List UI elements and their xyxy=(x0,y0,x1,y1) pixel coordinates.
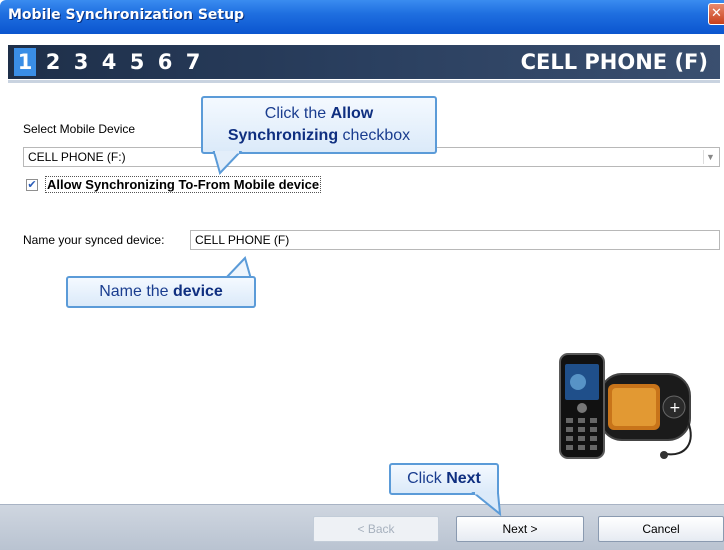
window-title: Mobile Synchronization Setup xyxy=(8,7,245,23)
step-bar-divider xyxy=(8,80,720,83)
select-device-label: Select Mobile Device xyxy=(23,122,136,136)
callout-name-device: Name the device xyxy=(66,276,256,308)
callout-name-bold: device xyxy=(173,283,223,300)
step-3[interactable]: 3 xyxy=(70,48,92,76)
callout-allow-sync: Click the Allow Synchronizing checkbox xyxy=(201,96,437,154)
back-button[interactable]: < Back xyxy=(313,516,439,542)
callout-next-tail xyxy=(471,492,502,516)
step-1[interactable]: 1 xyxy=(14,48,36,76)
step-bar: 1 2 3 4 5 6 7 CELL PHONE (F) xyxy=(8,45,720,79)
check-icon: ✔ xyxy=(27,178,37,191)
close-icon: ✕ xyxy=(711,6,722,21)
mobile-devices-illustration: + xyxy=(559,353,692,459)
chevron-down-icon[interactable]: ▼ xyxy=(703,150,717,164)
cancel-button[interactable]: Cancel xyxy=(598,516,724,542)
device-name-value: CELL PHONE (F) xyxy=(195,233,290,247)
step-6[interactable]: 6 xyxy=(154,48,176,76)
callout-allow-prefix: Click the xyxy=(264,105,331,122)
device-select-value: CELL PHONE (F:) xyxy=(28,150,126,164)
allow-sync-checkbox[interactable]: ✔ xyxy=(26,179,38,191)
step-4[interactable]: 4 xyxy=(98,48,120,76)
callout-allow-bold1: Allow xyxy=(330,105,374,122)
title-bar: Mobile Synchronization Setup ✕ xyxy=(0,0,724,34)
next-button[interactable]: Next > xyxy=(456,516,584,542)
callout-allow-tail xyxy=(212,151,243,175)
callout-next-prefix: Click xyxy=(407,470,447,487)
device-title: CELL PHONE (F) xyxy=(520,50,708,74)
step-7[interactable]: 7 xyxy=(182,48,204,76)
step-2[interactable]: 2 xyxy=(42,48,64,76)
callout-name-prefix: Name the xyxy=(99,283,173,300)
close-button[interactable]: ✕ xyxy=(708,3,724,25)
step-5[interactable]: 5 xyxy=(126,48,148,76)
svg-text:+: + xyxy=(669,400,681,416)
callout-next-bold: Next xyxy=(446,470,481,487)
device-name-label: Name your synced device: xyxy=(23,233,165,247)
callout-allow-suffix: checkbox xyxy=(338,127,411,144)
callout-allow-bold2: Synchronizing xyxy=(227,127,339,144)
device-name-input[interactable]: CELL PHONE (F) xyxy=(190,230,720,250)
callout-click-next: Click Next xyxy=(389,463,499,495)
allow-sync-label[interactable]: Allow Synchronizing To-From Mobile devic… xyxy=(45,176,322,193)
